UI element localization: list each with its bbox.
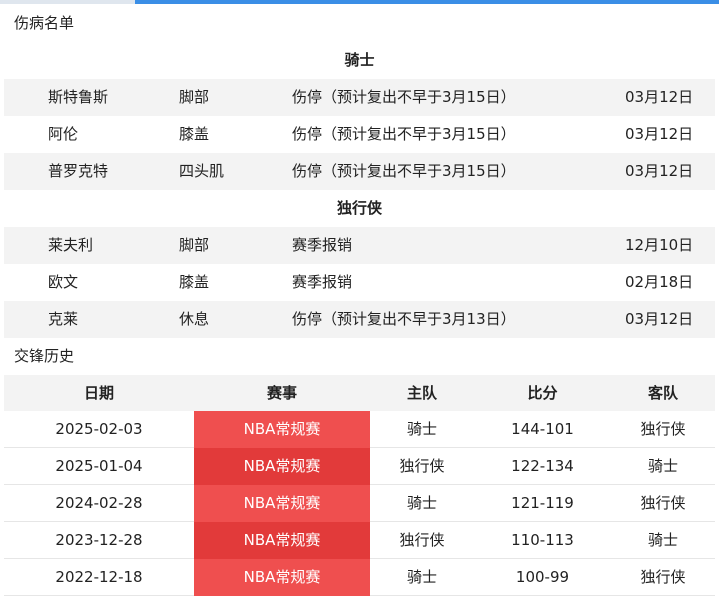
tab-inactive[interactable] <box>0 0 135 4</box>
home-team[interactable]: 骑士 <box>370 411 474 448</box>
injury-part: 四头肌 <box>179 162 225 180</box>
injury-date: 02月18日 <box>625 273 694 291</box>
injury-status: 伤停（预计复出不早于3月13日） <box>292 310 516 328</box>
home-team[interactable]: 独行侠 <box>370 448 474 485</box>
header-date: 日期 <box>83 384 114 402</box>
table-row[interactable]: 2023-12-28 NBA常规赛 独行侠 110-113 骑士 <box>4 522 715 559</box>
injury-part: 膝盖 <box>179 273 210 291</box>
injury-part: 脚部 <box>179 88 210 106</box>
home-team[interactable]: 骑士 <box>370 559 474 596</box>
player-name: 欧文 <box>48 273 79 291</box>
table-row[interactable]: 2025-01-04 NBA常规赛 独行侠 122-134 骑士 <box>4 448 715 485</box>
header-home: 主队 <box>406 384 437 402</box>
injury-status: 赛季报销 <box>292 236 353 254</box>
match-score[interactable]: 122-134 <box>474 448 611 485</box>
header-score: 比分 <box>527 384 558 402</box>
injury-part: 膝盖 <box>179 125 210 143</box>
injury-part: 休息 <box>179 310 210 328</box>
match-date: 2023-12-28 <box>55 531 143 549</box>
injury-date: 12月10日 <box>625 236 694 254</box>
player-name: 斯特鲁斯 <box>48 88 109 106</box>
injury-date: 03月12日 <box>625 125 694 143</box>
match-score[interactable]: 121-119 <box>474 485 611 522</box>
injury-row: 克莱 休息 伤停（预计复出不早于3月13日） 03月12日 <box>4 301 715 338</box>
away-team[interactable]: 骑士 <box>611 448 715 485</box>
injury-date: 03月12日 <box>625 310 694 328</box>
match-date: 2024-02-28 <box>55 494 143 512</box>
injury-row: 阿伦 膝盖 伤停（预计复出不早于3月15日） 03月12日 <box>4 116 715 153</box>
history-table-header: 日期 赛事 主队 比分 客队 <box>4 375 715 411</box>
injury-row: 斯特鲁斯 脚部 伤停（预计复出不早于3月15日） 03月12日 <box>4 79 715 116</box>
event-badge[interactable]: NBA常规赛 <box>194 411 370 448</box>
match-date: 2025-01-04 <box>55 457 143 475</box>
tab-active-indicator[interactable] <box>135 0 719 4</box>
injury-date: 03月12日 <box>625 162 694 180</box>
match-date: 2022-12-18 <box>55 568 143 586</box>
history-table: 日期 赛事 主队 比分 客队 2025-02-03 NBA常规赛 骑士 144-… <box>4 375 715 596</box>
table-row[interactable]: 2025-02-03 NBA常规赛 骑士 144-101 独行侠 <box>4 411 715 448</box>
event-badge[interactable]: NBA常规赛 <box>194 448 370 485</box>
injury-row: 莱夫利 脚部 赛季报销 12月10日 <box>4 227 715 264</box>
injury-status: 伤停（预计复出不早于3月15日） <box>292 162 516 180</box>
away-team[interactable]: 骑士 <box>611 522 715 559</box>
injury-date: 03月12日 <box>625 88 694 106</box>
event-badge[interactable]: NBA常规赛 <box>194 522 370 559</box>
away-team[interactable]: 独行侠 <box>611 411 715 448</box>
injury-status: 伤停（预计复出不早于3月15日） <box>292 88 516 106</box>
player-name: 克莱 <box>48 310 79 328</box>
home-team[interactable]: 独行侠 <box>370 522 474 559</box>
match-score[interactable]: 100-99 <box>474 559 611 596</box>
header-away: 客队 <box>647 384 678 402</box>
team-header-mavericks: 独行侠 <box>4 190 715 227</box>
player-name: 阿伦 <box>48 125 79 143</box>
injury-row: 普罗克特 四头肌 伤停（预计复出不早于3月15日） 03月12日 <box>4 153 715 190</box>
history-section-title: 交锋历史 <box>14 347 75 365</box>
injury-section-title: 伤病名单 <box>14 14 75 32</box>
table-row[interactable]: 2022-12-18 NBA常规赛 骑士 100-99 独行侠 <box>4 559 715 596</box>
event-badge[interactable]: NBA常规赛 <box>194 485 370 522</box>
player-name: 普罗克特 <box>48 162 109 180</box>
table-row[interactable]: 2024-02-28 NBA常规赛 骑士 121-119 独行侠 <box>4 485 715 522</box>
injury-status: 赛季报销 <box>292 273 353 291</box>
injury-part: 脚部 <box>179 236 210 254</box>
match-score[interactable]: 144-101 <box>474 411 611 448</box>
header-event: 赛事 <box>266 384 297 402</box>
injury-status: 伤停（预计复出不早于3月15日） <box>292 125 516 143</box>
match-date: 2025-02-03 <box>55 420 143 438</box>
home-team[interactable]: 骑士 <box>370 485 474 522</box>
top-tab-bar <box>0 0 719 4</box>
player-name: 莱夫利 <box>48 236 94 254</box>
injury-row: 欧文 膝盖 赛季报销 02月18日 <box>4 264 715 301</box>
injury-list: 骑士 斯特鲁斯 脚部 伤停（预计复出不早于3月15日） 03月12日 阿伦 膝盖… <box>4 42 715 338</box>
match-score[interactable]: 110-113 <box>474 522 611 559</box>
away-team[interactable]: 独行侠 <box>611 485 715 522</box>
away-team[interactable]: 独行侠 <box>611 559 715 596</box>
event-badge[interactable]: NBA常规赛 <box>194 559 370 596</box>
team-header-cavaliers: 骑士 <box>4 42 715 79</box>
